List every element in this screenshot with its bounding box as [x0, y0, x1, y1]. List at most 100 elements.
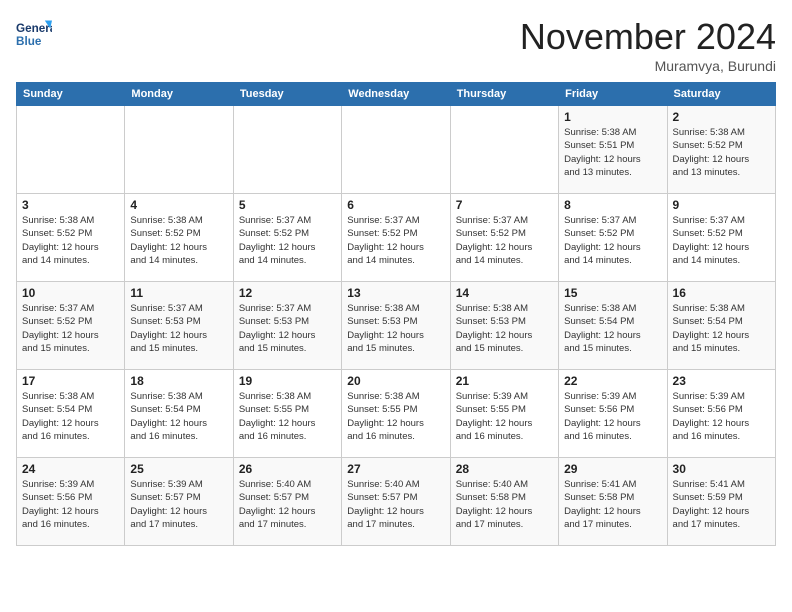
- day-number: 24: [22, 462, 119, 476]
- day-info: Sunrise: 5:37 AM Sunset: 5:52 PM Dayligh…: [239, 214, 336, 267]
- day-info: Sunrise: 5:38 AM Sunset: 5:54 PM Dayligh…: [673, 302, 770, 355]
- day-info: Sunrise: 5:39 AM Sunset: 5:56 PM Dayligh…: [22, 478, 119, 531]
- title-area: November 2024 Muramvya, Burundi: [520, 16, 776, 74]
- calendar-cell: 20 Sunrise: 5:38 AM Sunset: 5:55 PM Dayli…: [342, 370, 450, 458]
- weekday-header-thursday: Thursday: [450, 83, 558, 106]
- day-info: Sunrise: 5:39 AM Sunset: 5:56 PM Dayligh…: [673, 390, 770, 443]
- day-number: 9: [673, 198, 770, 212]
- day-info: Sunrise: 5:40 AM Sunset: 5:57 PM Dayligh…: [239, 478, 336, 531]
- day-info: Sunrise: 5:41 AM Sunset: 5:59 PM Dayligh…: [673, 478, 770, 531]
- day-info: Sunrise: 5:39 AM Sunset: 5:57 PM Dayligh…: [130, 478, 227, 531]
- day-number: 20: [347, 374, 444, 388]
- day-info: Sunrise: 5:37 AM Sunset: 5:53 PM Dayligh…: [239, 302, 336, 355]
- calendar-cell: 23 Sunrise: 5:39 AM Sunset: 5:56 PM Dayli…: [667, 370, 775, 458]
- day-number: 16: [673, 286, 770, 300]
- calendar-week-row: 24 Sunrise: 5:39 AM Sunset: 5:56 PM Dayli…: [17, 458, 776, 546]
- day-info: Sunrise: 5:38 AM Sunset: 5:53 PM Dayligh…: [456, 302, 553, 355]
- day-number: 26: [239, 462, 336, 476]
- page-header: General Blue November 2024 Muramvya, Bur…: [16, 16, 776, 74]
- weekday-header-tuesday: Tuesday: [233, 83, 341, 106]
- day-info: Sunrise: 5:38 AM Sunset: 5:51 PM Dayligh…: [564, 126, 661, 179]
- day-number: 30: [673, 462, 770, 476]
- calendar-cell: 22Sunrise: 5:39 AM Sunset: 5:56 PM Dayli…: [559, 370, 667, 458]
- day-number: 18: [130, 374, 227, 388]
- calendar-cell: 21 Sunrise: 5:39 AM Sunset: 5:55 PM Dayli…: [450, 370, 558, 458]
- calendar-cell: [233, 106, 341, 194]
- day-info: Sunrise: 5:40 AM Sunset: 5:58 PM Dayligh…: [456, 478, 553, 531]
- day-info: Sunrise: 5:38 AM Sunset: 5:55 PM Dayligh…: [347, 390, 444, 443]
- day-info: Sunrise: 5:41 AM Sunset: 5:58 PM Dayligh…: [564, 478, 661, 531]
- day-info: Sunrise: 5:38 AM Sunset: 5:52 PM Dayligh…: [22, 214, 119, 267]
- calendar-cell: 26 Sunrise: 5:40 AM Sunset: 5:57 PM Dayli…: [233, 458, 341, 546]
- weekday-header-row: SundayMondayTuesdayWednesdayThursdayFrid…: [17, 83, 776, 106]
- day-info: Sunrise: 5:39 AM Sunset: 5:55 PM Dayligh…: [456, 390, 553, 443]
- location: Muramvya, Burundi: [520, 58, 776, 74]
- day-number: 23: [673, 374, 770, 388]
- day-info: Sunrise: 5:37 AM Sunset: 5:52 PM Dayligh…: [456, 214, 553, 267]
- day-info: Sunrise: 5:40 AM Sunset: 5:57 PM Dayligh…: [347, 478, 444, 531]
- day-number: 27: [347, 462, 444, 476]
- day-info: Sunrise: 5:37 AM Sunset: 5:52 PM Dayligh…: [347, 214, 444, 267]
- calendar-cell: 18 Sunrise: 5:38 AM Sunset: 5:54 PM Dayli…: [125, 370, 233, 458]
- day-info: Sunrise: 5:37 AM Sunset: 5:52 PM Dayligh…: [22, 302, 119, 355]
- day-number: 6: [347, 198, 444, 212]
- day-number: 4: [130, 198, 227, 212]
- calendar-cell: 5 Sunrise: 5:37 AM Sunset: 5:52 PM Daylig…: [233, 194, 341, 282]
- calendar-cell: 8 Sunrise: 5:37 AM Sunset: 5:52 PM Daylig…: [559, 194, 667, 282]
- calendar-table: SundayMondayTuesdayWednesdayThursdayFrid…: [16, 82, 776, 546]
- day-info: Sunrise: 5:38 AM Sunset: 5:55 PM Dayligh…: [239, 390, 336, 443]
- day-info: Sunrise: 5:38 AM Sunset: 5:52 PM Dayligh…: [673, 126, 770, 179]
- day-info: Sunrise: 5:38 AM Sunset: 5:54 PM Dayligh…: [22, 390, 119, 443]
- day-number: 1: [564, 110, 661, 124]
- day-number: 17: [22, 374, 119, 388]
- calendar-cell: 3 Sunrise: 5:38 AM Sunset: 5:52 PM Daylig…: [17, 194, 125, 282]
- day-number: 3: [22, 198, 119, 212]
- day-info: Sunrise: 5:37 AM Sunset: 5:52 PM Dayligh…: [673, 214, 770, 267]
- calendar-cell: 12 Sunrise: 5:37 AM Sunset: 5:53 PM Dayli…: [233, 282, 341, 370]
- calendar-week-row: 17 Sunrise: 5:38 AM Sunset: 5:54 PM Dayli…: [17, 370, 776, 458]
- calendar-cell: 7Sunrise: 5:37 AM Sunset: 5:52 PM Daylig…: [450, 194, 558, 282]
- weekday-header-wednesday: Wednesday: [342, 83, 450, 106]
- day-number: 11: [130, 286, 227, 300]
- calendar-cell: 13Sunrise: 5:38 AM Sunset: 5:53 PM Dayli…: [342, 282, 450, 370]
- day-number: 2: [673, 110, 770, 124]
- calendar-cell: [342, 106, 450, 194]
- day-number: 12: [239, 286, 336, 300]
- day-info: Sunrise: 5:38 AM Sunset: 5:52 PM Dayligh…: [130, 214, 227, 267]
- calendar-cell: 6 Sunrise: 5:37 AM Sunset: 5:52 PM Daylig…: [342, 194, 450, 282]
- calendar-cell: [450, 106, 558, 194]
- svg-text:General: General: [16, 22, 52, 35]
- day-info: Sunrise: 5:38 AM Sunset: 5:54 PM Dayligh…: [564, 302, 661, 355]
- calendar-week-row: 10 Sunrise: 5:37 AM Sunset: 5:52 PM Dayli…: [17, 282, 776, 370]
- day-number: 8: [564, 198, 661, 212]
- calendar-cell: 15 Sunrise: 5:38 AM Sunset: 5:54 PM Dayli…: [559, 282, 667, 370]
- day-number: 15: [564, 286, 661, 300]
- calendar-week-row: 3 Sunrise: 5:38 AM Sunset: 5:52 PM Daylig…: [17, 194, 776, 282]
- weekday-header-monday: Monday: [125, 83, 233, 106]
- day-number: 25: [130, 462, 227, 476]
- weekday-header-friday: Friday: [559, 83, 667, 106]
- calendar-cell: [125, 106, 233, 194]
- calendar-cell: 24 Sunrise: 5:39 AM Sunset: 5:56 PM Dayli…: [17, 458, 125, 546]
- calendar-cell: 2 Sunrise: 5:38 AM Sunset: 5:52 PM Daylig…: [667, 106, 775, 194]
- calendar-cell: 1 Sunrise: 5:38 AM Sunset: 5:51 PM Daylig…: [559, 106, 667, 194]
- day-info: Sunrise: 5:38 AM Sunset: 5:54 PM Dayligh…: [130, 390, 227, 443]
- calendar-week-row: 1 Sunrise: 5:38 AM Sunset: 5:51 PM Daylig…: [17, 106, 776, 194]
- day-number: 21: [456, 374, 553, 388]
- day-number: 10: [22, 286, 119, 300]
- day-number: 29: [564, 462, 661, 476]
- day-info: Sunrise: 5:38 AM Sunset: 5:53 PM Dayligh…: [347, 302, 444, 355]
- calendar-cell: 9 Sunrise: 5:37 AM Sunset: 5:52 PM Daylig…: [667, 194, 775, 282]
- calendar-cell: 28Sunrise: 5:40 AM Sunset: 5:58 PM Dayli…: [450, 458, 558, 546]
- calendar-cell: [17, 106, 125, 194]
- calendar-cell: 4 Sunrise: 5:38 AM Sunset: 5:52 PM Daylig…: [125, 194, 233, 282]
- day-info: Sunrise: 5:37 AM Sunset: 5:52 PM Dayligh…: [564, 214, 661, 267]
- day-number: 5: [239, 198, 336, 212]
- calendar-cell: 10 Sunrise: 5:37 AM Sunset: 5:52 PM Dayli…: [17, 282, 125, 370]
- calendar-cell: 25 Sunrise: 5:39 AM Sunset: 5:57 PM Dayli…: [125, 458, 233, 546]
- weekday-header-saturday: Saturday: [667, 83, 775, 106]
- calendar-cell: 29 Sunrise: 5:41 AM Sunset: 5:58 PM Dayli…: [559, 458, 667, 546]
- calendar-cell: 27 Sunrise: 5:40 AM Sunset: 5:57 PM Dayli…: [342, 458, 450, 546]
- day-number: 19: [239, 374, 336, 388]
- calendar-cell: 17 Sunrise: 5:38 AM Sunset: 5:54 PM Dayli…: [17, 370, 125, 458]
